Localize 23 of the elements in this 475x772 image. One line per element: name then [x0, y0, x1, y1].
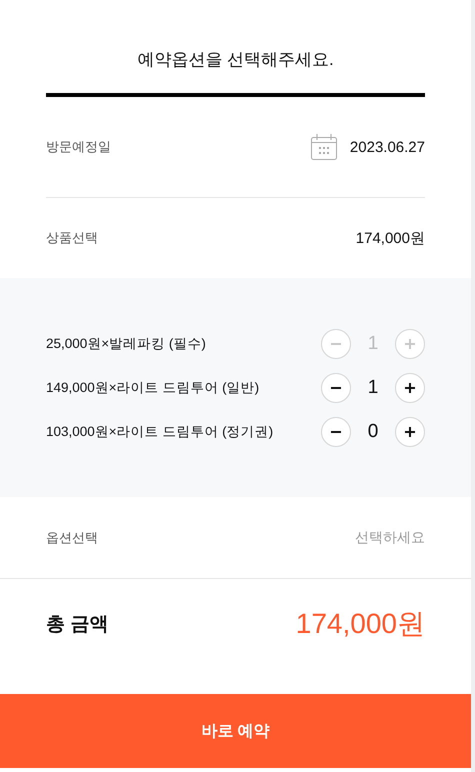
item-label: 103,000원×라이트 드림투어 (정기권): [46, 422, 274, 440]
plus-button[interactable]: [395, 416, 425, 446]
total-label: 총 금액: [46, 613, 108, 637]
option-label: 옵션선택: [46, 528, 98, 546]
quantity-value: 1: [366, 332, 380, 354]
item-label: 149,000원×라이트 드림투어 (일반): [46, 378, 260, 396]
page-title: 예약옵션을 선택해주세요.: [136, 49, 335, 71]
plus-icon: [404, 338, 416, 350]
minus-button[interactable]: [321, 416, 351, 446]
item-label: 25,000원×발레파킹 (필수): [46, 334, 206, 352]
product-label: 상품선택: [46, 229, 98, 247]
visit-date-value[interactable]: 2023.06.27: [350, 138, 425, 156]
plus-icon: [404, 382, 416, 394]
visit-date-label: 방문예정일: [46, 138, 111, 156]
product-price: 174,000원: [356, 228, 425, 248]
reserve-button[interactable]: 바로 예약: [0, 694, 471, 768]
total-price: 174,000원: [296, 607, 425, 641]
quantity-value: 0: [366, 420, 380, 442]
plus-icon: [404, 426, 416, 438]
option-select[interactable]: 선택하세요: [355, 528, 425, 546]
minus-button[interactable]: [321, 372, 351, 402]
plus-button[interactable]: [395, 372, 425, 402]
quantity-value: 1: [366, 376, 380, 398]
